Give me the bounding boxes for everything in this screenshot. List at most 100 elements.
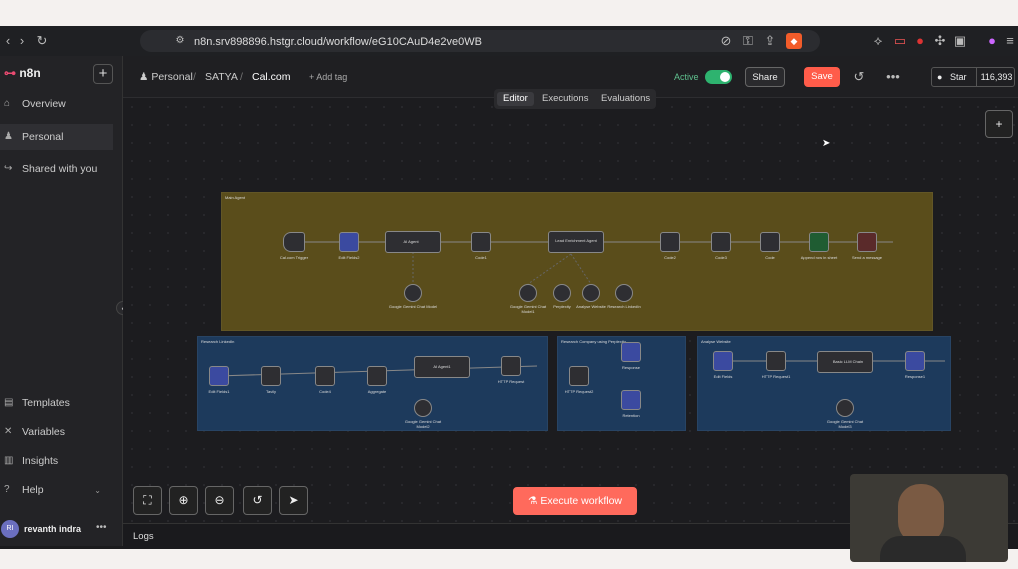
sidebar-item-personal[interactable]: ♟ Personal bbox=[0, 124, 113, 150]
sidebar-item-help[interactable]: ? Help ⌄ bbox=[0, 477, 113, 503]
extension-icon[interactable]: ⟡ bbox=[870, 33, 886, 49]
node-trigger[interactable] bbox=[283, 232, 305, 252]
node-code4[interactable] bbox=[315, 366, 335, 386]
url-text: n8n.srv898896.hstgr.cloud/workflow/eG10C… bbox=[194, 36, 482, 48]
node-http-request1[interactable] bbox=[766, 351, 786, 371]
workflow-name[interactable]: Cal.com bbox=[252, 71, 291, 83]
fit-view-button[interactable]: ⛶ bbox=[133, 486, 162, 515]
insights-icon: ▥ bbox=[4, 455, 14, 466]
webcam-overlay bbox=[850, 474, 1008, 562]
site-settings-icon[interactable]: ⚙ bbox=[172, 33, 188, 49]
brave-shield-icon[interactable]: ◆ bbox=[786, 33, 802, 49]
node-label: Google Gemini Chat Model bbox=[388, 304, 438, 309]
node-research-linkedin[interactable] bbox=[615, 284, 633, 302]
node-label: Code3 bbox=[715, 255, 727, 260]
home-icon: ⌂ bbox=[4, 98, 11, 109]
variables-icon: ✕ bbox=[4, 426, 13, 437]
hide-icon[interactable]: ⊘ bbox=[718, 33, 734, 49]
node-label: Basic LLM Chain bbox=[832, 359, 864, 364]
node-label: Code bbox=[765, 255, 775, 260]
tab-editor[interactable]: Editor bbox=[497, 92, 534, 106]
github-star-button[interactable]: ● Star 116,393 bbox=[931, 67, 1015, 87]
menu-icon[interactable]: ≡ bbox=[1002, 33, 1018, 49]
node-http-request2[interactable] bbox=[569, 366, 589, 386]
profile-icon[interactable]: ● bbox=[984, 33, 1000, 49]
avatar: RI bbox=[1, 520, 19, 538]
node-label: Cal.com Trigger bbox=[279, 255, 309, 260]
node-label: Research LinkedIn bbox=[607, 304, 641, 309]
node-aggregate[interactable] bbox=[367, 366, 387, 386]
tab-evaluations[interactable]: Evaluations bbox=[595, 92, 656, 106]
node-label: Edit Fields2 bbox=[338, 255, 360, 260]
node-label: Google Gemini Chat Model2 bbox=[404, 419, 442, 429]
more-icon[interactable]: ••• bbox=[96, 522, 107, 533]
reset-zoom-button[interactable]: ↺ bbox=[243, 486, 272, 515]
key-icon[interactable]: ⚿ bbox=[740, 33, 756, 49]
zoom-in-button[interactable]: ⊕ bbox=[169, 486, 198, 515]
workflow-canvas[interactable]: + Main Agent Cal.com Trigger Edit Fields… bbox=[123, 98, 1018, 523]
node-label: Aggregate bbox=[367, 389, 387, 394]
execute-workflow-button[interactable]: ⚗ Execute workflow bbox=[513, 487, 637, 515]
node-label: Code4 bbox=[319, 389, 331, 394]
node-perplexity[interactable] bbox=[553, 284, 571, 302]
node-code2[interactable] bbox=[660, 232, 680, 252]
share-page-icon[interactable]: ⇪ bbox=[762, 33, 778, 49]
node-response1[interactable] bbox=[905, 351, 925, 371]
extension2-icon[interactable]: ▭ bbox=[892, 33, 908, 49]
sidebar-item-insights[interactable]: ▥ Insights bbox=[0, 448, 113, 474]
node-label: Google Gemini Chat Model3 bbox=[826, 419, 864, 429]
mouse-cursor: ➤ bbox=[822, 138, 831, 149]
extension3-icon[interactable]: ● bbox=[912, 33, 928, 49]
node-tavily[interactable] bbox=[261, 366, 281, 386]
node-analyse-website[interactable] bbox=[582, 284, 600, 302]
sidebar-item-variables[interactable]: ✕ Variables bbox=[0, 419, 113, 445]
node-label: AI Agent bbox=[403, 239, 419, 244]
node-edit-fields1[interactable] bbox=[209, 366, 229, 386]
history-icon[interactable]: ↺ bbox=[851, 69, 867, 85]
node-retention[interactable] bbox=[621, 390, 641, 410]
reload-icon[interactable]: ↻ bbox=[34, 33, 50, 49]
share-button[interactable]: Share bbox=[745, 67, 785, 87]
node-code[interactable] bbox=[760, 232, 780, 252]
node-label: Send a message bbox=[851, 255, 883, 260]
puzzle-icon[interactable]: ✣ bbox=[932, 33, 948, 49]
active-toggle[interactable] bbox=[705, 70, 732, 84]
person-face bbox=[898, 484, 944, 544]
node-code1[interactable] bbox=[471, 232, 491, 252]
zoom-out-button[interactable]: ⊖ bbox=[205, 486, 234, 515]
node-code3[interactable] bbox=[711, 232, 731, 252]
tab-executions[interactable]: Executions bbox=[536, 92, 594, 106]
create-button[interactable]: + bbox=[93, 64, 113, 84]
sidebar-item-templates[interactable]: ▤ Templates bbox=[0, 390, 113, 416]
node-edit-fields2[interactable] bbox=[339, 232, 359, 252]
n8n-logo[interactable]: ⊶ n8n bbox=[4, 66, 41, 80]
more-options-icon[interactable]: ••• bbox=[885, 69, 901, 85]
execute-label: Execute workflow bbox=[540, 495, 623, 507]
sidebar-item-overview[interactable]: ⌂ Overview bbox=[0, 91, 113, 117]
sidebar-item-shared[interactable]: ↪ Shared with you bbox=[0, 156, 113, 182]
node-response[interactable] bbox=[621, 342, 641, 362]
user-icon: ♟ bbox=[139, 71, 149, 83]
forward-icon[interactable]: › bbox=[14, 33, 30, 49]
node-gemini-model1[interactable] bbox=[519, 284, 537, 302]
tidy-up-button[interactable]: ➤ bbox=[279, 486, 308, 515]
node-http-request[interactable] bbox=[501, 356, 521, 376]
add-tag-button[interactable]: + Add tag bbox=[309, 72, 347, 82]
breadcrumb-personal[interactable]: ♟ Personal bbox=[139, 71, 193, 83]
sidebar-toggle-icon[interactable]: ▣ bbox=[952, 33, 968, 49]
add-node-button[interactable]: + bbox=[985, 110, 1013, 138]
node-append-sheet[interactable] bbox=[809, 232, 829, 252]
breadcrumb-folder[interactable]: SATYA bbox=[205, 71, 238, 83]
node-gemini-model[interactable] bbox=[404, 284, 422, 302]
node-label: Tavily bbox=[265, 389, 276, 394]
user-menu[interactable]: RI revanth indra ••• bbox=[0, 515, 123, 546]
node-label: HTTP Request2 bbox=[564, 389, 594, 394]
sidebar-item-label: Variables bbox=[22, 426, 65, 438]
node-gemini-model2[interactable] bbox=[414, 399, 432, 417]
save-button[interactable]: Save bbox=[804, 67, 840, 87]
node-edit-fields[interactable] bbox=[713, 351, 733, 371]
node-send-message[interactable] bbox=[857, 232, 877, 252]
node-gemini-model3[interactable] bbox=[836, 399, 854, 417]
view-tabs: Editor Executions Evaluations bbox=[494, 89, 656, 109]
user-icon: ♟ bbox=[4, 131, 13, 142]
